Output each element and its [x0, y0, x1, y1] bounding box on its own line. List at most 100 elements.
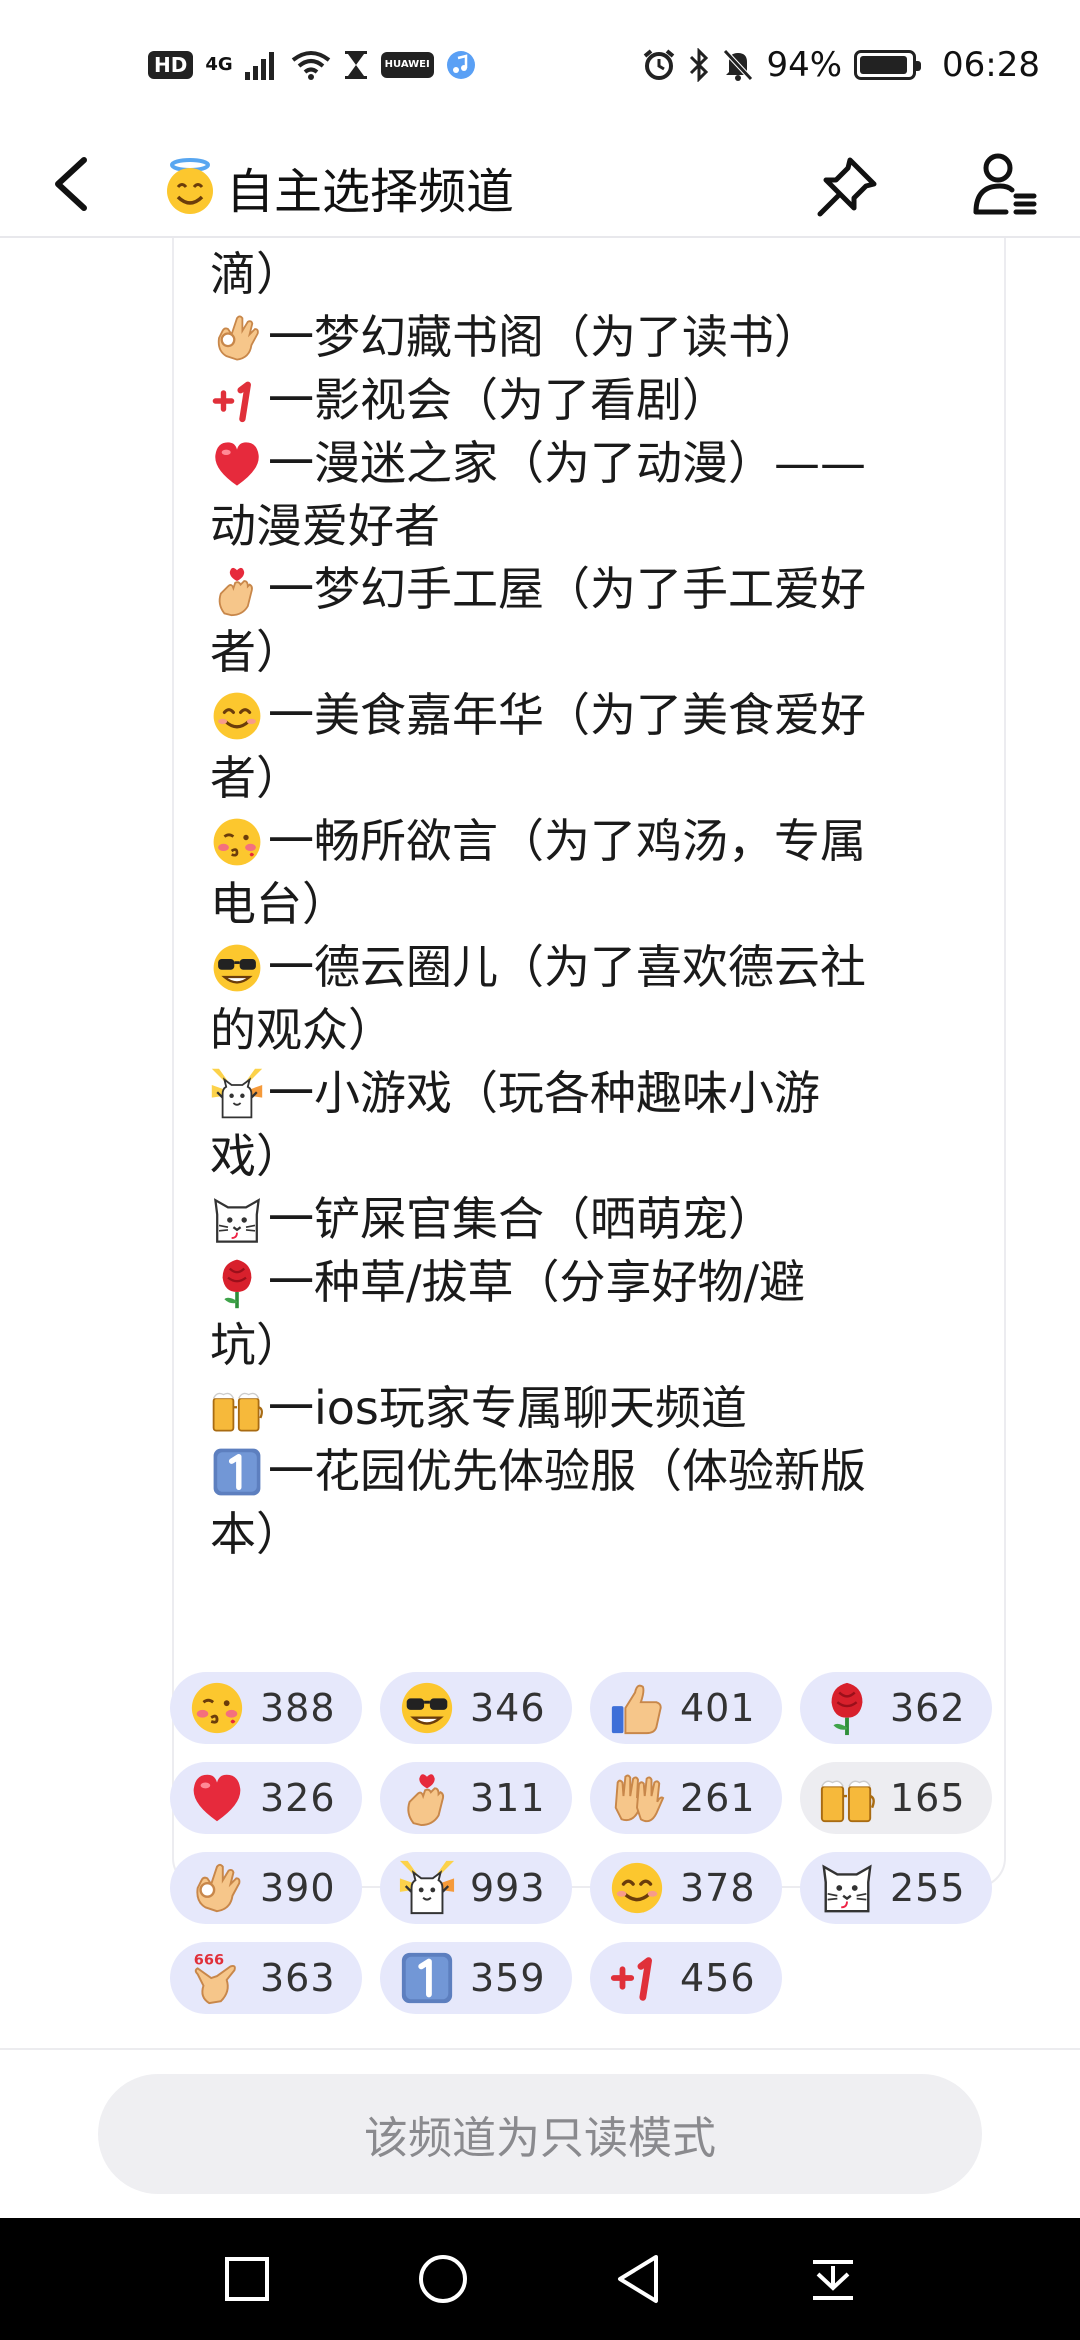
- channel-title: 自主选择频道: [226, 164, 515, 220]
- huawei-badge: HUAWEI: [380, 52, 434, 78]
- thumbs-up-icon: [608, 1679, 666, 1737]
- reaction-hand-666[interactable]: 666 363: [170, 1942, 362, 2014]
- finger-heart-icon: [398, 1769, 456, 1827]
- plus-one-icon: [608, 1949, 666, 2007]
- reaction-raised-hands[interactable]: 261: [590, 1762, 782, 1834]
- page-title: 自主选择频道: [160, 152, 514, 222]
- message-line: 一小游戏（玩各种趣味小游: [210, 1062, 970, 1125]
- reaction-count: 346: [470, 1686, 546, 1730]
- message-line: 者）: [210, 747, 970, 810]
- raised-hands-icon: [608, 1769, 666, 1827]
- reaction-finger-heart[interactable]: 311: [380, 1762, 572, 1834]
- kiss-icon: [188, 1679, 246, 1737]
- message-line-text: 一铲屎官集合（晒萌宠）: [268, 1192, 774, 1246]
- message-line: 坑）: [210, 1314, 970, 1377]
- back-nav-button[interactable]: [614, 2252, 664, 2306]
- message-line-text: 一花园优先体验服（体验新版: [268, 1444, 866, 1498]
- reaction-heart[interactable]: 326: [170, 1762, 362, 1834]
- status-bar: HD 4G HUAWEI 94% 06:28: [0, 0, 1080, 130]
- message-line-text: 一种草/拔草（分享好物/避: [268, 1255, 805, 1309]
- message-line: 动漫爱好者: [210, 495, 970, 558]
- rose-icon: [210, 1256, 264, 1310]
- message-line-text: 本）: [210, 1507, 302, 1561]
- message-line: 一美食嘉年华（为了美食爱好: [210, 684, 970, 747]
- cat-icon: [210, 1193, 264, 1247]
- message-line: 一梦幻藏书阁（为了读书）: [210, 306, 970, 369]
- smile-icon: [608, 1859, 666, 1917]
- message-line-text: 一小游戏（玩各种趣味小游: [268, 1066, 820, 1120]
- chat-scroll-area[interactable]: 一生活摄影（照片记录生活点滴） 一梦幻藏书阁（为了读书） 一影视会（为了看剧） 一漫迷…: [0, 238, 1080, 2048]
- message-line: 的观众）: [210, 999, 970, 1062]
- system-navigation-bar: [0, 2218, 1080, 2340]
- member-list-icon: [973, 153, 1037, 215]
- message-line-text: 坑）: [210, 1318, 302, 1372]
- members-button[interactable]: [970, 150, 1040, 220]
- beer-cheers-icon: [210, 1382, 264, 1436]
- kiss-icon: [210, 815, 264, 869]
- number-one-icon: [210, 1445, 264, 1499]
- signal-icon: [244, 50, 279, 80]
- pin-button[interactable]: [814, 154, 880, 220]
- message-line-text: 一生活摄影（照片记录生活点: [268, 238, 866, 243]
- message-line-text: 者）: [210, 625, 302, 679]
- reaction-count: 456: [680, 1956, 756, 2000]
- message-line-text: 动漫爱好者: [210, 499, 440, 553]
- beer-cheers-icon: [818, 1769, 876, 1827]
- reaction-kiss[interactable]: 388: [170, 1672, 362, 1744]
- reaction-cat[interactable]: 255: [800, 1852, 992, 1924]
- message-line: 本）: [210, 1503, 970, 1566]
- back-button[interactable]: [44, 152, 104, 216]
- home-button[interactable]: [416, 2252, 470, 2306]
- clock-time: 06:28: [942, 45, 1040, 85]
- cat-cheer-icon: [210, 1067, 264, 1121]
- hourglass-icon: [343, 50, 369, 80]
- wifi-icon: [291, 50, 331, 80]
- svg-text:666: 666: [194, 1952, 224, 1968]
- reaction-count: 165: [890, 1776, 966, 1820]
- bluetooth-icon: [688, 48, 710, 82]
- message-line-text: 一德云圈儿（为了喜欢德云社: [268, 940, 866, 994]
- message-line: 戏）: [210, 1125, 970, 1188]
- message-text: 一生活摄影（照片记录生活点滴） 一梦幻藏书阁（为了读书） 一影视会（为了看剧） 一漫迷…: [210, 238, 970, 1566]
- hd-badge: HD: [148, 51, 194, 79]
- message-line-text: 一影视会（为了看剧）: [268, 373, 728, 427]
- reaction-cat-cheer[interactable]: 993: [380, 1852, 572, 1924]
- reaction-number-one[interactable]: 359: [380, 1942, 572, 2014]
- message-line: 滴）: [210, 243, 970, 306]
- status-left: HD 4G HUAWEI: [148, 50, 476, 80]
- message-line: 一ios玩家专属聊天频道: [210, 1377, 970, 1440]
- hand-666-icon: 666: [188, 1949, 246, 2007]
- reaction-count: 390: [260, 1866, 336, 1910]
- reaction-count: 401: [680, 1686, 756, 1730]
- ok-hand-icon: [188, 1859, 246, 1917]
- smile-icon: [210, 689, 264, 743]
- readonly-text: 该频道为只读模式: [364, 2113, 716, 2164]
- message-line: 一种草/拔草（分享好物/避: [210, 1251, 970, 1314]
- reaction-beer-cheers[interactable]: 165: [800, 1762, 992, 1834]
- recent-apps-button[interactable]: [222, 2254, 272, 2304]
- message-line-text: 一ios玩家专属聊天频道: [268, 1381, 747, 1435]
- nav-bar: 自主选择频道: [0, 130, 1080, 238]
- notification-pull-button[interactable]: [808, 2254, 858, 2304]
- reaction-plus-one[interactable]: 456: [590, 1942, 782, 2014]
- reaction-count: 261: [680, 1776, 756, 1820]
- status-right: 94% 06:28: [642, 45, 1040, 85]
- reaction-smile[interactable]: 378: [590, 1852, 782, 1924]
- reaction-thumbs-up[interactable]: 401: [590, 1672, 782, 1744]
- reaction-rose[interactable]: 362: [800, 1672, 992, 1744]
- heart-icon: [188, 1769, 246, 1827]
- sunglasses-icon: [210, 941, 264, 995]
- reaction-sunglasses[interactable]: 346: [380, 1672, 572, 1744]
- reaction-ok-hand[interactable]: 390: [170, 1852, 362, 1924]
- battery-percent: 94%: [766, 45, 843, 85]
- message-bubble: 一生活摄影（照片记录生活点滴） 一梦幻藏书阁（为了读书） 一影视会（为了看剧） 一漫迷…: [172, 238, 1006, 1888]
- message-line-text: 一畅所欲言（为了鸡汤，专属: [268, 814, 866, 868]
- message-line-text: 滴）: [210, 247, 302, 301]
- input-divider: [0, 2048, 1080, 2050]
- reaction-count: 311: [470, 1776, 546, 1820]
- number-one-icon: [398, 1949, 456, 2007]
- message-line-text: 戏）: [210, 1129, 302, 1183]
- sunglasses-icon: [398, 1679, 456, 1737]
- battery-icon: [854, 50, 922, 80]
- cat-icon: [818, 1859, 876, 1917]
